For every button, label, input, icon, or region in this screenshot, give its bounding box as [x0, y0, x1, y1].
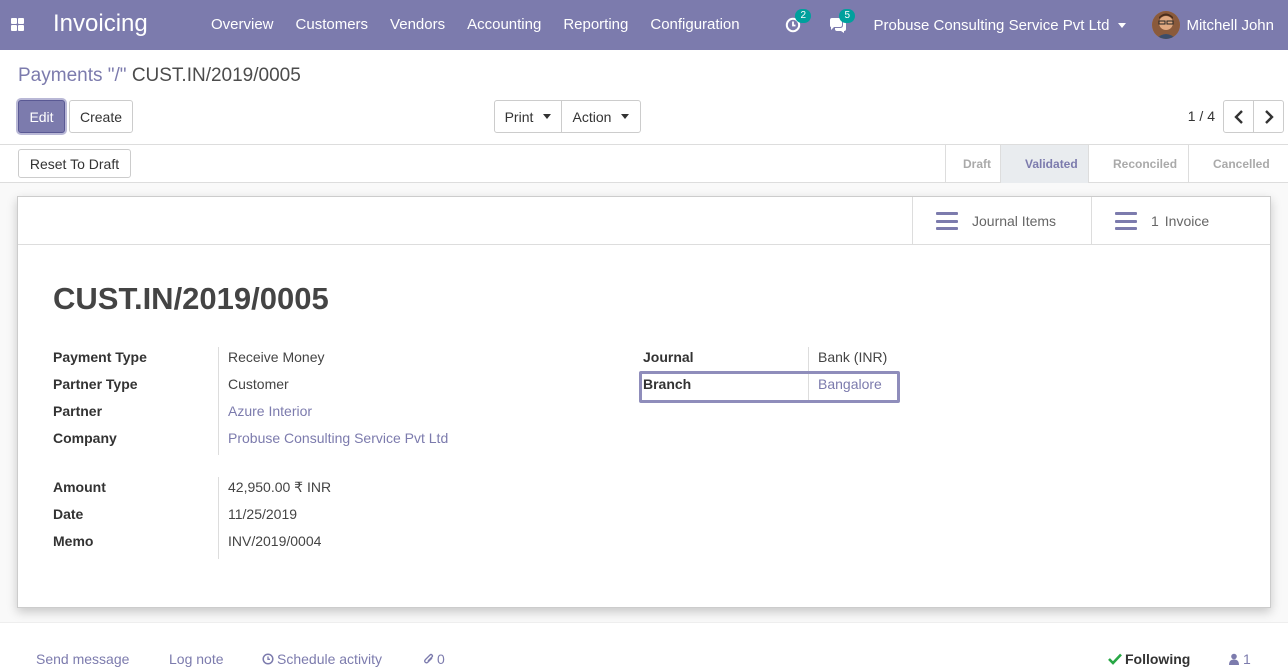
- menu-item-overview[interactable]: Overview: [200, 0, 285, 50]
- followers-button[interactable]: 1: [1229, 651, 1251, 667]
- date-label: Date: [53, 506, 84, 522]
- pager-value[interactable]: 1 / 4: [1188, 108, 1215, 124]
- avatar[interactable]: [1152, 11, 1181, 39]
- list-icon: [1115, 212, 1137, 230]
- breadcrumb-separator: "/": [102, 65, 132, 86]
- memo-value: INV/2019/0004: [228, 533, 322, 549]
- chevron-right-icon: [1264, 109, 1274, 124]
- partner-label: Partner: [53, 403, 103, 419]
- journal-items-button[interactable]: Journal Items: [912, 197, 1092, 245]
- attachments-button[interactable]: 0: [423, 651, 445, 667]
- journal-value: Bank (INR): [818, 349, 888, 365]
- breadcrumb: Payments "/" CUST.IN/2019/0005: [18, 65, 301, 87]
- menu-item-accounting[interactable]: Accounting: [456, 0, 552, 50]
- messages-button[interactable]: 5: [829, 9, 856, 35]
- paperclip-icon: [424, 653, 434, 664]
- status-step-reconciled: Reconciled: [1088, 145, 1188, 183]
- partner-type-label: Partner Type: [53, 376, 138, 392]
- user-icon: [1229, 653, 1239, 665]
- status-bar: Reset To Draft Draft Validated Reconcile…: [0, 145, 1288, 183]
- status-step-draft: Draft: [945, 145, 1000, 183]
- company-link[interactable]: Probuse Consulting Service Pvt Ltd: [228, 430, 448, 446]
- edit-button[interactable]: Edit: [18, 100, 65, 133]
- chevron-down-icon: [1118, 22, 1127, 28]
- menu-item-customers[interactable]: Customers: [285, 0, 380, 50]
- systray: 2 5 Probuse Consulting Service Pvt Ltd M…: [785, 0, 1288, 50]
- activity-button[interactable]: 2: [785, 9, 812, 35]
- invoice-count: 1: [1151, 213, 1159, 229]
- status-step-validated: Validated: [1000, 145, 1088, 183]
- clock-icon: [262, 653, 274, 665]
- branch-highlight-box: [639, 371, 900, 403]
- following-button[interactable]: Following: [1108, 651, 1190, 667]
- reset-to-draft-button[interactable]: Reset To Draft: [18, 149, 131, 178]
- followers-count: 1: [1243, 651, 1251, 667]
- following-label: Following: [1125, 651, 1191, 667]
- company-switcher[interactable]: Probuse Consulting Service Pvt Ltd: [873, 16, 1127, 34]
- log-note-button[interactable]: Log note: [169, 651, 224, 667]
- breadcrumb-payments[interactable]: Payments: [18, 65, 102, 86]
- action-dropdown[interactable]: Action: [561, 100, 641, 133]
- attachments-count: 0: [437, 651, 445, 667]
- send-message-button[interactable]: Send message: [36, 651, 129, 667]
- journal-label: Journal: [643, 349, 694, 365]
- record-title: CUST.IN/2019/0005: [53, 281, 329, 316]
- apps-menu-icon[interactable]: [11, 18, 24, 31]
- invoice-button[interactable]: 1 Invoice: [1091, 197, 1271, 245]
- payment-type-label: Payment Type: [53, 349, 147, 365]
- date-value: 11/25/2019: [228, 506, 298, 522]
- messages-badge: 5: [839, 9, 856, 23]
- pager-next-button[interactable]: [1253, 100, 1284, 133]
- list-icon: [936, 212, 958, 230]
- amount-label: Amount: [53, 479, 106, 495]
- invoice-label: Invoice: [1164, 213, 1210, 229]
- top-navbar: Invoicing Overview Customers Vendors Acc…: [0, 0, 1288, 50]
- company-name: Probuse Consulting Service Pvt Ltd: [873, 16, 1110, 34]
- user-menu[interactable]: Mitchell John: [1186, 17, 1274, 34]
- main-menu: Overview Customers Vendors Accounting Re…: [200, 0, 751, 50]
- create-button[interactable]: Create: [69, 100, 133, 133]
- schedule-activity-button[interactable]: Schedule activity: [262, 651, 382, 667]
- journal-items-label: Journal Items: [972, 213, 1057, 229]
- chatter-bar: Send message Log note Schedule activity …: [0, 622, 1288, 672]
- divider: [218, 477, 219, 559]
- menu-item-configuration[interactable]: Configuration: [639, 0, 750, 50]
- breadcrumb-current: CUST.IN/2019/0005: [131, 65, 301, 86]
- pager-previous-button[interactable]: [1223, 100, 1254, 133]
- activity-badge: 2: [795, 9, 812, 23]
- partner-link[interactable]: Azure Interior: [228, 403, 312, 419]
- print-label: Print: [504, 108, 534, 125]
- button-box: Journal Items 1 Invoice: [18, 197, 1270, 245]
- action-label: Action: [572, 108, 612, 125]
- menu-item-vendors[interactable]: Vendors: [379, 0, 456, 50]
- company-label: Company: [53, 430, 117, 446]
- chevron-left-icon: [1233, 109, 1243, 124]
- status-step-cancelled: Cancelled: [1188, 145, 1288, 183]
- status-steps: Draft Validated Reconciled Cancelled: [945, 145, 1288, 183]
- amount-value: 42,950.00 ₹ INR: [228, 479, 332, 495]
- print-dropdown[interactable]: Print: [494, 100, 562, 133]
- divider: [218, 347, 219, 455]
- payment-type-value: Receive Money: [228, 349, 325, 365]
- memo-label: Memo: [53, 533, 94, 549]
- chevron-down-icon: [621, 114, 630, 119]
- control-panel: Payments "/" CUST.IN/2019/0005 Edit Crea…: [0, 50, 1288, 145]
- form-sheet: Journal Items 1 Invoice CUST.IN/2019/000…: [17, 196, 1271, 608]
- schedule-activity-label: Schedule activity: [277, 651, 383, 667]
- check-icon: [1108, 653, 1122, 665]
- menu-item-reporting[interactable]: Reporting: [552, 0, 639, 50]
- chevron-down-icon: [543, 114, 552, 119]
- user-avatar-image: [1152, 11, 1181, 39]
- app-name: Invoicing: [53, 10, 148, 37]
- partner-type-value: Customer: [228, 376, 289, 392]
